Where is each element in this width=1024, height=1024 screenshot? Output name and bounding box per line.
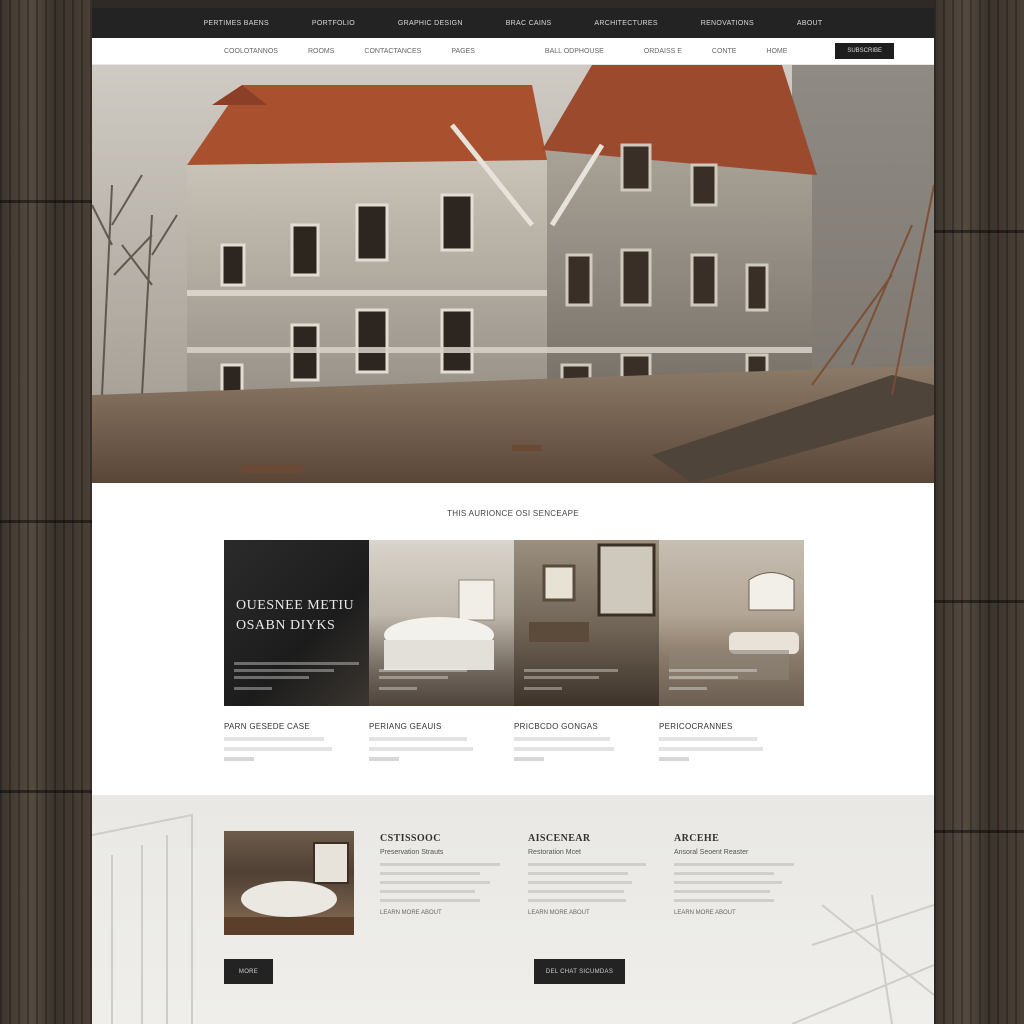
top-nav-item[interactable]: BRAC CAINS — [506, 20, 552, 27]
feature-column-title: AISCENEAR — [528, 833, 591, 844]
hero-image — [92, 65, 934, 483]
sub-nav-item[interactable]: BALL ODPHOUSE — [545, 48, 604, 55]
subscribe-button[interactable]: SUBSCRIBE — [835, 43, 894, 59]
bedroom-thumbnail-image — [224, 842, 354, 935]
room-captions: PARN GESEDE CASE PERIANG GEAUIS PRICBCDO… — [224, 722, 804, 767]
feature-text-lines — [234, 662, 359, 694]
top-nav-item[interactable]: RENOVATIONS — [701, 20, 754, 27]
sub-nav-item[interactable]: CONTACTANCES — [364, 48, 421, 55]
feature-column: ARCEHE Ansoral Seoent Reaster LEARN MORE… — [674, 833, 814, 916]
room-caption-title: PERIANG GEAUIS — [369, 722, 442, 731]
website-page: PERTIMES BAENS PORTFOLIO GRAPHIC DESIGN … — [92, 8, 934, 1024]
top-navigation: PERTIMES BAENS PORTFOLIO GRAPHIC DESIGN … — [92, 8, 934, 38]
sub-nav-item[interactable]: ORDAISS E — [644, 48, 682, 55]
wood-background-left — [0, 0, 92, 1024]
sub-nav-item[interactable]: ROOMS — [308, 48, 334, 55]
room-card-living[interactable] — [659, 540, 804, 706]
features-panel: CSTISSOOC Preservation Strauts LEARN MOR… — [92, 795, 934, 1024]
top-nav-item[interactable]: ARCHITECTURES — [594, 20, 657, 27]
room-text-lines — [379, 669, 504, 694]
abandoned-house-illustration — [92, 65, 934, 483]
feature-column: CSTISSOOC Preservation Strauts LEARN MOR… — [380, 833, 520, 916]
room-caption: PRICBCDO GONGAS — [514, 722, 659, 767]
room-caption: PERICOCRANNES — [659, 722, 804, 767]
top-nav-item[interactable]: ABOUT — [797, 20, 823, 27]
feature-title-line1: OUESNEE METIU — [236, 598, 355, 613]
learn-more-link[interactable]: LEARN MORE ABOUT — [674, 910, 814, 916]
top-nav-item[interactable]: GRAPHIC DESIGN — [398, 20, 463, 27]
sub-nav-item[interactable]: PAGES — [451, 48, 475, 55]
learn-more-link[interactable]: LEARN MORE ABOUT — [380, 910, 520, 916]
feature-column-title: ARCEHE — [674, 833, 720, 844]
room-card-bedroom[interactable] — [369, 540, 514, 706]
sub-nav-item[interactable]: COOLOTANNOS — [224, 48, 278, 55]
section-title: THIS AURIONCE OSI SENCEAPE — [447, 509, 579, 518]
feature-title-line2: OSABN DIYKS — [236, 618, 336, 633]
room-caption: PARN GESEDE CASE — [224, 722, 369, 767]
learn-more-link[interactable]: LEARN MORE ABOUT — [528, 910, 668, 916]
room-caption-title: PRICBCDO GONGAS — [514, 722, 599, 731]
feature-title: OUESNEE METIU OSABN DIYKS — [236, 596, 354, 636]
room-caption: PERIANG GEAUIS — [369, 722, 514, 767]
feature-column: AISCENEAR Restoration Mcet LEARN MORE AB… — [528, 833, 668, 916]
wood-background-right — [934, 0, 1024, 1024]
feature-column-subtitle: Preservation Strauts — [380, 849, 444, 856]
feature-column-subtitle: Restoration Mcet — [528, 849, 581, 856]
room-text-lines — [524, 669, 649, 694]
feature-column-title: CSTISSOOC — [380, 833, 441, 844]
room-caption-title: PARN GESEDE CASE — [224, 722, 311, 731]
room-caption-title: PERICOCRANNES — [659, 722, 733, 731]
feature-column-subtitle: Ansoral Seoent Reaster — [674, 849, 749, 856]
bedroom-thumbnail[interactable] — [224, 831, 354, 935]
room-text-lines — [669, 669, 794, 694]
room-card-feature[interactable]: OUESNEE METIU OSABN DIYKS — [224, 540, 369, 706]
sub-nav-item[interactable]: CONTE — [712, 48, 737, 55]
top-nav-item[interactable]: PERTIMES BAENS — [203, 20, 269, 27]
more-button[interactable]: MORE — [224, 959, 273, 984]
top-nav-item[interactable]: PORTFOLIO — [312, 20, 355, 27]
sub-nav-item[interactable]: HOME — [766, 48, 787, 55]
room-card-lounge[interactable] — [514, 540, 659, 706]
rooms-gallery: OUESNEE METIU OSABN DIYKS — [224, 540, 804, 706]
primary-cta-button[interactable]: DEL CHAT SICUMDAS — [534, 959, 625, 984]
secondary-navigation: COOLOTANNOS ROOMS CONTACTANCES PAGES BAL… — [92, 38, 934, 65]
